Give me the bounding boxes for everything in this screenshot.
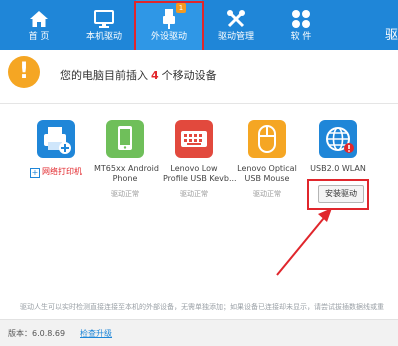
- version-label: 版本：6.0.8.69: [8, 329, 66, 338]
- footer-note: 驱动人生可以实时检测直接连接至本机的外部设备，无需单独添加；如果设备已连接却未显…: [20, 303, 384, 311]
- check-update-link[interactable]: 检查升级: [80, 328, 112, 339]
- red-arrow-annotation: [276, 208, 332, 276]
- status-bar: 版本：6.0.8.69 检查升级: [0, 319, 398, 346]
